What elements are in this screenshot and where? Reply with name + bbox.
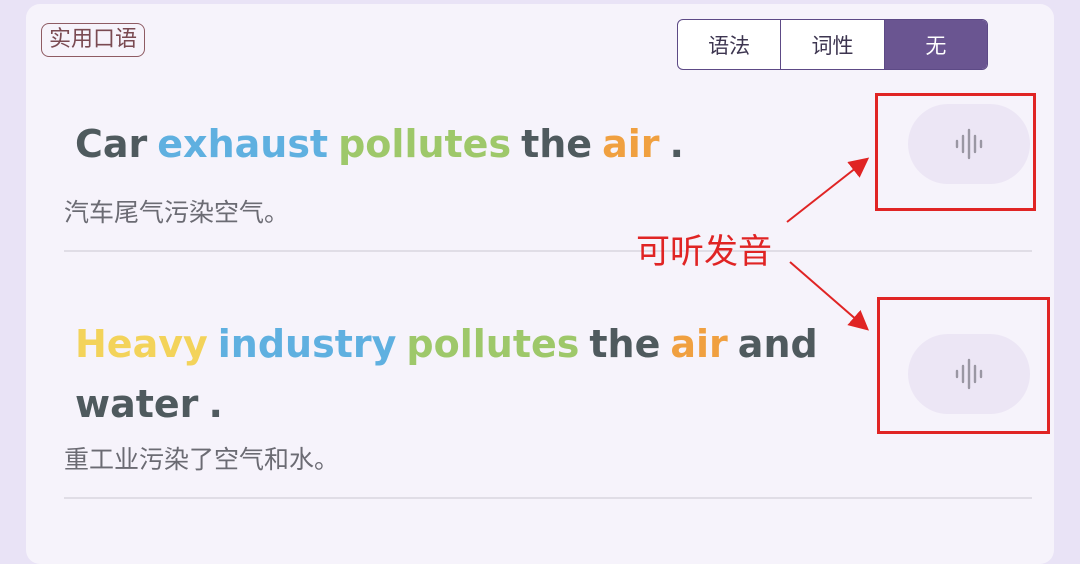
annotation-arrow [789,261,870,331]
annotation-arrows [786,157,870,331]
annotation-arrow [786,157,870,223]
